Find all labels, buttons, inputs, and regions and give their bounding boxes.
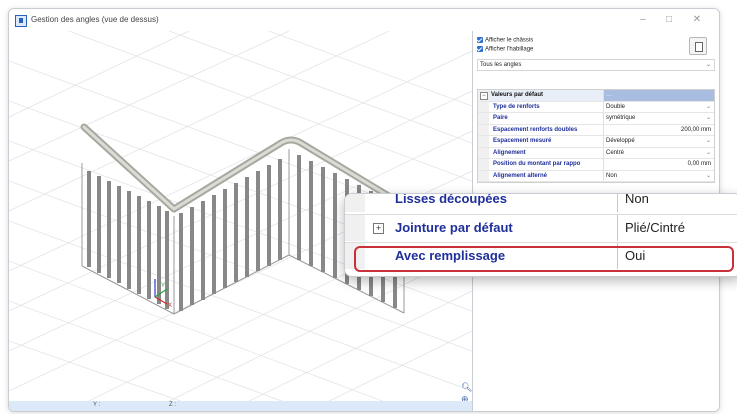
show-frame-checkbox[interactable]: Afficher le châssis: [477, 37, 533, 46]
property-name: Position du montant par rappo: [493, 161, 581, 167]
expand-icon[interactable]: +: [373, 223, 384, 234]
property-name: Espacement renforts doubles: [493, 126, 578, 133]
property-row[interactable]: Alignement Centré ⌄: [478, 147, 714, 159]
property-row-defaults[interactable]: − Valeurs par défaut …: [478, 90, 714, 102]
property-value[interactable]: Non: [625, 194, 649, 206]
property-name: Valeurs par défaut: [491, 92, 544, 98]
chevron-down-icon[interactable]: ⌄: [706, 114, 711, 121]
status-z-label: Z :: [169, 402, 176, 408]
property-name: Type de renforts: [493, 103, 540, 110]
minimize-button[interactable]: –: [631, 12, 655, 28]
checkbox-checked-icon[interactable]: [477, 46, 483, 52]
property-value[interactable]: 200,00 mm: [681, 127, 711, 133]
svg-text:X: X: [168, 303, 172, 309]
collapse-icon[interactable]: −: [480, 92, 488, 100]
highlight-frame: [354, 246, 734, 272]
property-row[interactable]: Paire symétrique ⌄: [478, 113, 714, 125]
svg-text:Y: Y: [161, 283, 165, 289]
chevron-down-icon[interactable]: ⌄: [706, 172, 711, 179]
property-value[interactable]: Centré: [606, 150, 624, 156]
property-value[interactable]: …: [604, 90, 714, 101]
tool-button[interactable]: [689, 37, 707, 55]
property-value[interactable]: symétrique: [606, 115, 635, 121]
title-bar: Gestion des angles (vue de dessus) – □ ✕: [9, 9, 719, 31]
property-value[interactable]: Double: [606, 104, 625, 110]
callout-row-default-joint[interactable]: + Jointure par défaut Plié/Cintré: [345, 214, 737, 241]
show-cladding-checkbox[interactable]: Afficher l'habillage: [477, 46, 533, 55]
property-row[interactable]: Espacement renforts doubles 200,00 mm: [478, 124, 714, 136]
checkbox-checked-icon[interactable]: [477, 37, 483, 43]
maximize-button[interactable]: □: [657, 12, 681, 28]
property-name: Paire: [493, 115, 508, 121]
checkbox-label: Afficher le châssis: [485, 37, 534, 44]
chevron-down-icon[interactable]: ⌄: [706, 137, 711, 144]
property-name: Espacement mesuré: [493, 138, 552, 144]
chevron-down-icon[interactable]: ⌄: [706, 149, 711, 156]
property-value[interactable]: Non: [606, 173, 617, 179]
property-value[interactable]: 0,00 mm: [688, 161, 711, 167]
window-title: Gestion des angles (vue de dessus): [31, 15, 159, 24]
property-name: Alignement alterné: [493, 172, 548, 179]
callout-row-cut-rails[interactable]: Lisses découpées Non: [345, 193, 737, 212]
corner-select-value: Tous les angles: [480, 62, 522, 68]
property-name: Lisses découpées: [395, 193, 507, 206]
property-name: Jointure par défaut: [395, 220, 513, 235]
chevron-down-icon: ⌄: [705, 62, 711, 68]
checkbox-label: Afficher l'habillage: [485, 46, 534, 53]
property-row[interactable]: Position du montant par rappo 0,00 mm: [478, 159, 714, 171]
close-button[interactable]: ✕: [685, 12, 709, 28]
status-y-label: Y :: [93, 402, 101, 408]
property-name: Alignement: [493, 149, 526, 156]
magnifier-icon[interactable]: 🔍︎: [461, 381, 472, 393]
chevron-down-icon[interactable]: ⌄: [706, 103, 711, 110]
property-grid: − Valeurs par défaut … Type de renforts …: [477, 89, 715, 183]
property-row[interactable]: Espacement mesuré Développé ⌄: [478, 136, 714, 148]
property-row[interactable]: Type de renforts Double ⌄: [478, 101, 714, 113]
property-value[interactable]: Développé: [606, 138, 635, 144]
status-bar: Y : Z :: [9, 401, 472, 411]
app-icon: [15, 15, 27, 27]
corner-select[interactable]: Tous les angles ⌄: [477, 59, 715, 71]
property-row[interactable]: Alignement alterné Non ⌄: [478, 170, 714, 182]
property-value[interactable]: Plié/Cintré: [625, 220, 685, 235]
